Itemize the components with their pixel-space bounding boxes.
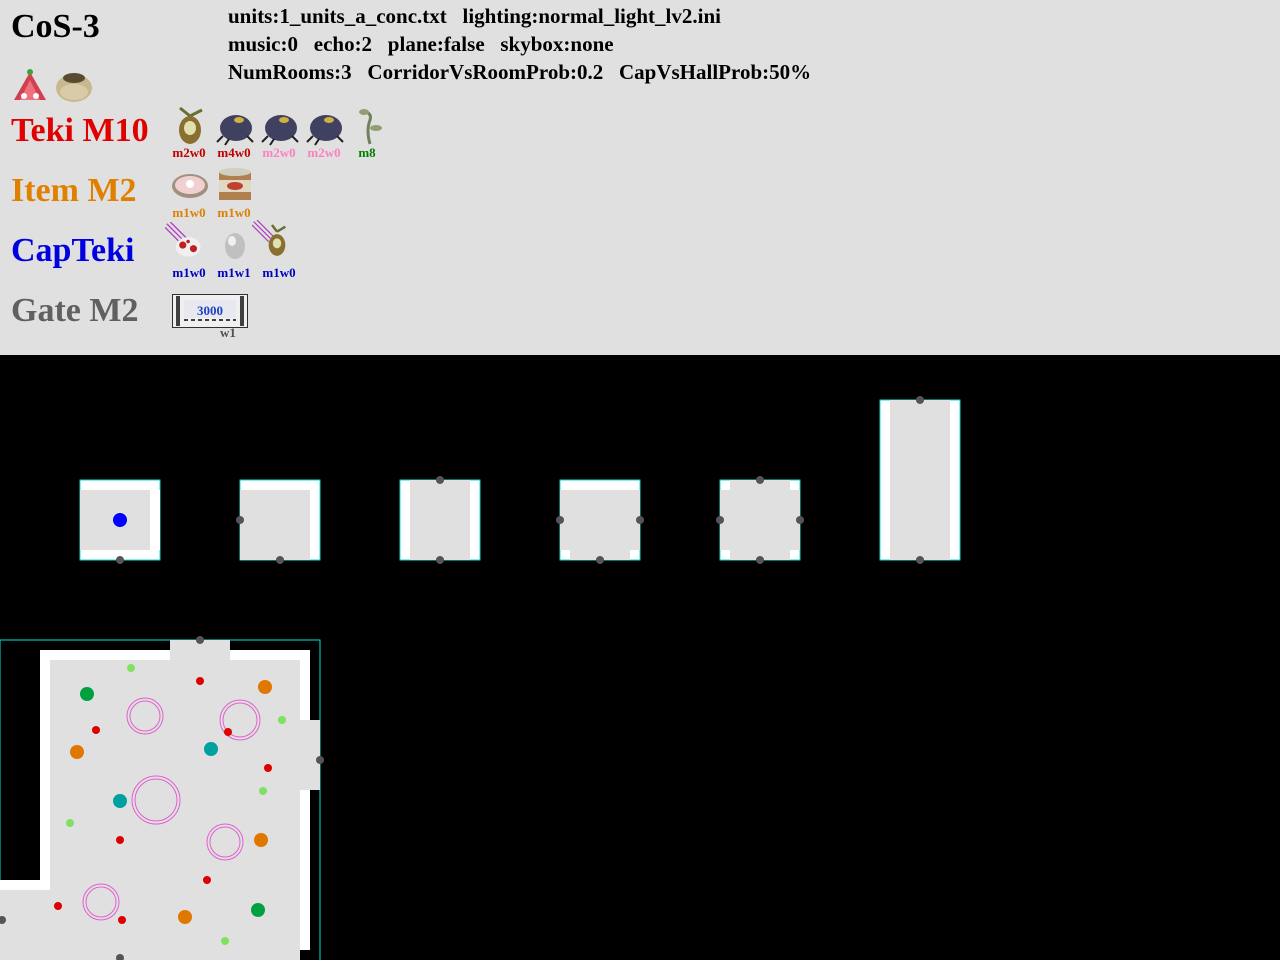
- teki-caption: m4w0: [217, 145, 251, 160]
- falling-spotted-creature-icon: [165, 222, 201, 257]
- unit-tile: [399, 476, 481, 564]
- plant-sprout-icon: [359, 109, 382, 145]
- door-marker: [436, 556, 444, 564]
- dwarf-bulborb-sprout-icon: [179, 106, 203, 144]
- item-spawn-dot: [178, 910, 192, 924]
- unit-tile: [556, 479, 644, 564]
- capteki-spawn-dot: [204, 742, 218, 756]
- falling-bulb-sprout-icon: [252, 220, 286, 256]
- capteki-caption: m1w1: [217, 265, 251, 280]
- config-line-rooms: NumRooms:3 CorridorVsRoomProb:0.2 CapVsH…: [228, 60, 812, 84]
- item-spawn-dot: [254, 833, 268, 847]
- plant-spawn-dot: [259, 787, 267, 795]
- clay-pot-icon: [56, 73, 92, 102]
- door-marker: [276, 556, 284, 564]
- beetle-icon: [261, 115, 299, 146]
- start-point-marker: [113, 513, 127, 527]
- teki-caption: m2w0: [172, 145, 206, 160]
- info-panel: CoS-3 units:1_units_a_conc.txt lighting:…: [0, 0, 1280, 355]
- tin-can-treasure-icon: [219, 168, 251, 200]
- item-label: Item M2: [11, 172, 137, 209]
- red-flower-plant-icon: [14, 69, 46, 100]
- plant-spawn-dot: [278, 716, 286, 724]
- teki-caption: m2w0: [262, 145, 296, 160]
- plant-spawn-dot: [221, 937, 229, 945]
- gate-caption: w1: [220, 325, 236, 340]
- unit-tile: [879, 396, 961, 564]
- gate-value: 3000: [197, 303, 223, 318]
- door-marker: [236, 516, 244, 524]
- unit-tile: [716, 476, 804, 564]
- door-marker: [916, 396, 924, 404]
- teki-spawn-dot: [203, 876, 211, 884]
- gate-icon: 3000: [172, 294, 248, 328]
- plant-spawn-dot: [66, 819, 74, 827]
- config-line-units: units:1_units_a_conc.txt lighting:normal…: [228, 4, 721, 28]
- plant-spawn-dot: [127, 664, 135, 672]
- item-spawn-dot: [70, 745, 84, 759]
- item-caption: m1w0: [217, 205, 251, 220]
- beetle-icon: [216, 115, 254, 146]
- capteki-caption: m1w0: [172, 265, 206, 280]
- door-marker: [316, 756, 324, 764]
- unit-tile: [236, 479, 321, 564]
- config-line-music: music:0 echo:2 plane:false skybox:none: [228, 32, 614, 56]
- door-marker: [716, 516, 724, 524]
- teki-label: Teki M10: [11, 112, 149, 149]
- cave-map: [0, 355, 1280, 960]
- treasure-spawn-dot: [80, 687, 94, 701]
- beetle-icon: [306, 115, 344, 146]
- teki-caption: m8: [358, 145, 376, 160]
- teki-spawn-dot: [54, 902, 62, 910]
- teki-spawn-dot: [116, 836, 124, 844]
- door-marker: [116, 556, 124, 564]
- teki-spawn-dot: [196, 677, 204, 685]
- sublevel-title: CoS-3: [11, 8, 100, 45]
- item-caption: m1w0: [172, 205, 206, 220]
- capteki-caption: m1w0: [262, 265, 296, 280]
- capteki-spawn-dot: [113, 794, 127, 808]
- door-marker: [916, 556, 924, 564]
- door-marker: [636, 516, 644, 524]
- teki-spawn-dot: [92, 726, 100, 734]
- treasure-spawn-dot: [251, 903, 265, 917]
- unit-tile: [79, 479, 161, 564]
- pink-shell-treasure-icon: [172, 174, 208, 198]
- door-marker: [556, 516, 564, 524]
- gate-label: Gate M2: [11, 292, 139, 329]
- door-marker: [596, 556, 604, 564]
- door-marker: [756, 476, 764, 484]
- teki-spawn-dot: [264, 764, 272, 772]
- item-spawn-dot: [258, 680, 272, 694]
- egg-icon: [225, 233, 245, 259]
- door-marker: [436, 476, 444, 484]
- door-marker: [796, 516, 804, 524]
- teki-spawn-dot: [224, 728, 232, 736]
- large-room: [0, 636, 324, 960]
- teki-spawn-dot: [118, 916, 126, 924]
- capteki-label: CapTeki: [11, 232, 135, 269]
- door-marker: [756, 556, 764, 564]
- door-marker: [196, 636, 204, 644]
